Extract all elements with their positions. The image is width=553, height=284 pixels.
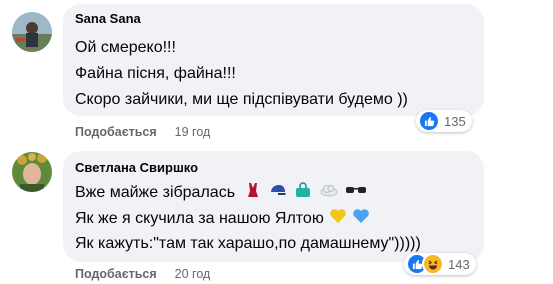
cap-emoji <box>269 182 287 204</box>
sunglasses-emoji <box>345 182 367 204</box>
laughing-icon <box>422 253 444 275</box>
like-link[interactable]: Подобається <box>75 267 157 281</box>
comment-2: Светлана Свиршко Вже майже зібралась Як … <box>0 0 553 284</box>
cloud-emoji <box>320 182 338 204</box>
swimsuit-emoji <box>245 182 261 204</box>
blue-heart-emoji <box>352 208 370 230</box>
avatar[interactable] <box>12 152 52 192</box>
comment-text: Як же я скучила за нашою Ялтою <box>75 210 324 228</box>
handbag-emoji <box>294 182 312 204</box>
comment-actions: Подобається 20 год <box>75 267 210 281</box>
comment-text-line: Як кажуть:"там так харашо,по дамашнему")… <box>75 235 421 252</box>
reaction-count: 143 <box>448 256 470 272</box>
yellow-heart-emoji <box>329 208 347 230</box>
comment-text: Вже майже зібралась <box>75 184 236 202</box>
comment-text-line: Як же я скучила за нашою Ялтою <box>75 208 370 230</box>
comment-text-line: Вже майже зібралась <box>75 182 367 204</box>
timestamp[interactable]: 20 год <box>175 267 211 281</box>
comment-author[interactable]: Светлана Свиршко <box>75 160 198 175</box>
reactions-summary[interactable]: 143 <box>404 253 476 275</box>
